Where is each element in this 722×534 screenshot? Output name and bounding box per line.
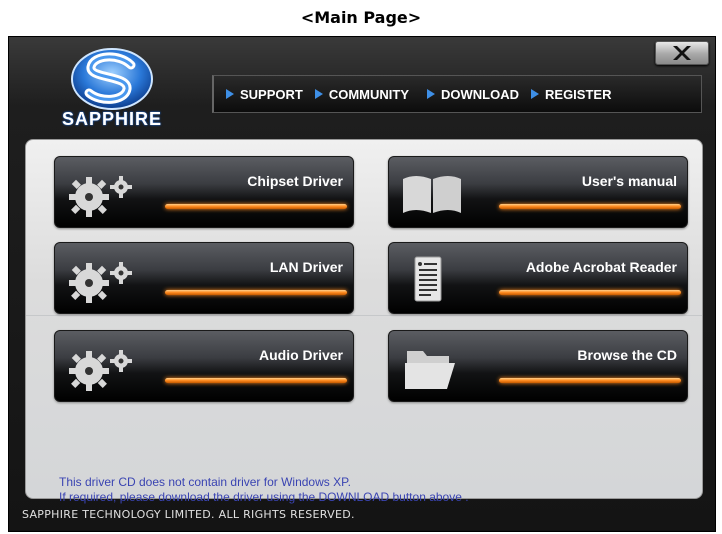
users-manual-button[interactable]: User's manual [388,156,688,228]
copyright-footer: SAPPHIRE TECHNOLOGY LIMITED. ALL RIGHTS … [22,508,355,521]
nav-label: COMMUNITY [328,86,410,102]
tile-label: LAN Driver [269,259,343,275]
nav-label: REGISTER [545,86,612,102]
acrobat-reader-button[interactable]: Adobe Acrobat Reader [388,242,688,314]
lan-driver-button[interactable]: LAN Driver [54,242,354,314]
tile-accent-bar [165,204,347,209]
tile-accent-bar [165,378,347,383]
tile-accent-bar [165,290,347,295]
tile-label: Audio Driver [258,347,343,363]
notice-line-2: If required, please download the driver … [59,490,469,504]
close-icon [673,46,691,60]
gears-icon [69,176,132,217]
nav-community[interactable]: COMMUNITY [314,86,410,102]
nav-label: SUPPORT [240,86,303,102]
gears-icon [69,350,132,391]
arrow-right-icon [531,89,540,99]
gears-icon [69,262,132,303]
document-icon [414,256,442,302]
arrow-right-icon [314,89,323,99]
panel-divider [26,315,702,316]
tile-accent-bar [499,290,681,295]
xp-notice: This driver CD does not contain driver f… [59,475,469,505]
nav-support[interactable]: SUPPORT [226,87,303,102]
content-panel: Chipset Driver User's manual LAN Driver … [25,139,703,499]
installer-window: SAPPHIRE SUPPORT COMMUNITY DOWNLOAD REGI… [8,36,716,532]
tile-label: Adobe Acrobat Reader [525,259,677,275]
close-button[interactable] [655,41,709,65]
tile-label: User's manual [581,173,677,189]
arrow-right-icon [427,89,436,99]
tile-accent-bar [499,204,681,209]
tile-accent-bar [499,378,681,383]
nav-label: DOWNLOAD [441,86,520,102]
brand-name: SAPPHIRE [61,109,163,129]
open-book-icon [403,176,461,213]
notice-line-1: This driver CD does not contain driver f… [59,475,351,489]
audio-driver-button[interactable]: Audio Driver [54,330,354,402]
top-nav: SUPPORT COMMUNITY DOWNLOAD REGISTER [212,75,702,113]
tile-label: Browse the CD [577,347,677,363]
nav-download[interactable]: DOWNLOAD [427,87,519,102]
sapphire-emblem-icon [71,48,153,110]
folder-icon [405,351,455,389]
tile-label: Chipset Driver [247,173,343,189]
sapphire-logo: SAPPHIRE [49,47,189,131]
arrow-right-icon [226,89,234,99]
browse-cd-button[interactable]: Browse the CD [388,330,688,402]
nav-register[interactable]: REGISTER [531,87,611,102]
page-caption: <Main Page> [300,8,422,27]
chipset-driver-button[interactable]: Chipset Driver [54,156,354,228]
